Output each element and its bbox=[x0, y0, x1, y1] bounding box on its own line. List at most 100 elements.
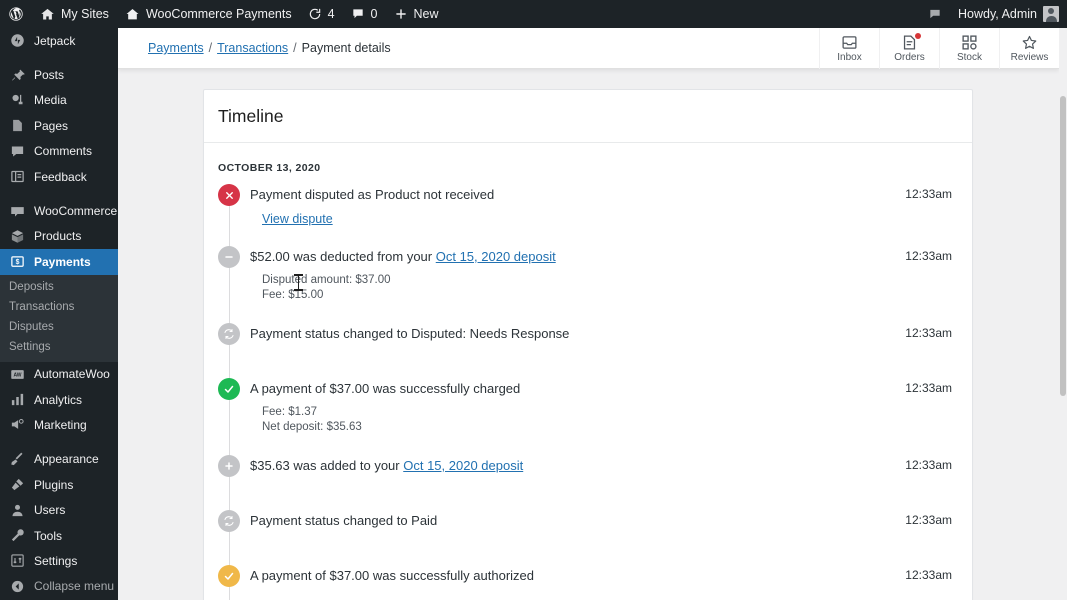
timeline-card-body: OCTOBER 13, 2020 Payment disputed as Pro… bbox=[204, 143, 972, 600]
sidebar-subitem-deposits[interactable]: Deposits bbox=[0, 277, 118, 297]
timeline-event-details: Fee: $1.37 Net deposit: $35.63 bbox=[262, 405, 905, 435]
sidebar-label-feedback: Feedback bbox=[34, 169, 87, 184]
plugins-icon bbox=[9, 477, 25, 493]
header-button-orders[interactable]: Orders bbox=[879, 28, 939, 69]
sidebar-item-tools[interactable]: Tools bbox=[0, 523, 118, 548]
wordpress-logo-button[interactable] bbox=[0, 0, 32, 28]
timeline-gap bbox=[204, 303, 972, 323]
view-dispute-link[interactable]: View dispute bbox=[262, 212, 333, 226]
sidebar-item-woocommerce[interactable]: WooCommerce bbox=[0, 198, 118, 223]
timeline-event: $35.63 was added to your Oct 15, 2020 de… bbox=[204, 455, 972, 490]
sidebar-item-feedback[interactable]: Feedback bbox=[0, 164, 118, 189]
timeline-event-deposit-link[interactable]: Oct 15, 2020 deposit bbox=[403, 458, 523, 473]
header-actions: Inbox Orders Stock Reviews bbox=[819, 28, 1059, 69]
timeline-event-deposit-link[interactable]: Oct 15, 2020 deposit bbox=[436, 249, 556, 264]
sidebar-item-jetpack[interactable]: Jetpack bbox=[0, 28, 118, 53]
timeline-gap bbox=[204, 545, 972, 565]
sidebar-item-products[interactable]: Products bbox=[0, 224, 118, 249]
page-scrollbar[interactable] bbox=[1059, 28, 1067, 600]
timeline-event-text: Payment status changed to Disputed: Need… bbox=[250, 325, 905, 343]
timeline-event-text: Payment disputed as Product not received bbox=[250, 186, 905, 204]
timeline-event-time: 12:33am bbox=[905, 326, 952, 340]
sidebar-label-plugins: Plugins bbox=[34, 477, 74, 492]
timeline-event: $52.00 was deducted from your Oct 15, 20… bbox=[204, 246, 972, 303]
sidebar-label-media: Media bbox=[34, 93, 67, 108]
products-icon bbox=[9, 228, 25, 244]
sidebar-item-appearance[interactable]: Appearance bbox=[0, 447, 118, 472]
admin-bar: My Sites WooCommerce Payments 4 0 New Ho… bbox=[0, 0, 1067, 28]
admin-bar-item-new[interactable]: New bbox=[386, 0, 447, 28]
header-label-reviews: Reviews bbox=[1010, 51, 1049, 63]
breadcrumb-link-transactions[interactable]: Transactions bbox=[217, 41, 288, 55]
content-region: Timeline OCTOBER 13, 2020 Payment disput… bbox=[118, 69, 1059, 600]
sidebar-label-pages: Pages bbox=[34, 118, 69, 133]
header-button-reviews[interactable]: Reviews bbox=[999, 28, 1059, 69]
admin-bar-label-site-name: WooCommerce Payments bbox=[145, 7, 292, 21]
timeline-gap bbox=[204, 490, 972, 510]
sidebar-label-comments: Comments bbox=[34, 144, 93, 159]
timeline-event-time: 12:33am bbox=[905, 187, 952, 201]
header-button-inbox[interactable]: Inbox bbox=[819, 28, 879, 69]
plus-circle-icon bbox=[218, 455, 240, 477]
header-button-stock[interactable]: Stock bbox=[939, 28, 999, 69]
timeline-event-body: Payment status changed to Disputed: Need… bbox=[250, 323, 905, 343]
sidebar-item-media[interactable]: Media bbox=[0, 88, 118, 113]
breadcrumb: Payments / Transactions / Payment detail… bbox=[148, 41, 391, 55]
sidebar-divider bbox=[0, 53, 118, 62]
sidebar-item-payments[interactable]: $ Payments bbox=[0, 249, 118, 275]
admin-bar-item-comments[interactable]: 0 bbox=[343, 0, 386, 28]
sidebar-item-settings[interactable]: Settings bbox=[0, 548, 118, 573]
timeline-event-details: Disputed amount: $37.00 Fee: $15.00 bbox=[262, 273, 905, 303]
admin-bar-item-updates[interactable]: 4 bbox=[300, 0, 343, 28]
sidebar-divider bbox=[0, 438, 118, 447]
inbox-icon bbox=[841, 34, 858, 51]
sidebar-label-jetpack: Jetpack bbox=[34, 33, 76, 48]
timeline-event-text-main: A payment of $37.00 was successfully cha… bbox=[250, 381, 521, 396]
sidebar-subitem-transactions[interactable]: Transactions bbox=[0, 297, 118, 317]
sidebar-submenu-payments: Deposits Transactions Disputes Settings bbox=[0, 274, 118, 362]
orders-icon bbox=[901, 32, 921, 51]
users-icon bbox=[9, 502, 25, 518]
sidebar-label-settings: Settings bbox=[34, 553, 78, 568]
timeline-event-time: 12:33am bbox=[905, 458, 952, 472]
timeline-event-body: $35.63 was added to your Oct 15, 2020 de… bbox=[250, 455, 905, 475]
sidebar-item-users[interactable]: Users bbox=[0, 497, 118, 522]
sidebar-item-marketing[interactable]: Marketing bbox=[0, 412, 118, 437]
sidebar-item-automatewoo[interactable]: AW AutomateWoo bbox=[0, 362, 118, 387]
breadcrumb-separator: / bbox=[208, 41, 213, 55]
collapse-menu-button[interactable]: Collapse menu bbox=[0, 574, 118, 599]
page-title: Timeline bbox=[218, 106, 284, 126]
sidebar-label-tools: Tools bbox=[34, 528, 63, 543]
svg-text:AW: AW bbox=[13, 372, 21, 378]
admin-bar-item-notifications[interactable] bbox=[920, 0, 950, 28]
sidebar-item-posts[interactable]: Posts bbox=[0, 62, 118, 87]
sidebar-item-analytics[interactable]: Analytics bbox=[0, 387, 118, 412]
scrollbar-thumb[interactable] bbox=[1060, 96, 1066, 396]
svg-text:$: $ bbox=[15, 259, 19, 266]
sidebar-label-automatewoo: AutomateWoo bbox=[34, 367, 110, 382]
check-icon bbox=[218, 565, 240, 587]
timeline-list: Payment disputed as Product not received… bbox=[204, 184, 972, 600]
admin-bar-item-site-name[interactable]: WooCommerce Payments bbox=[117, 0, 300, 28]
sidebar-label-analytics: Analytics bbox=[34, 392, 83, 407]
sidebar-subitem-disputes[interactable]: Disputes bbox=[0, 317, 118, 337]
timeline-event-body: $52.00 was deducted from your Oct 15, 20… bbox=[250, 246, 905, 303]
admin-sidebar: Jetpack Posts Media Pages Comments Feedb… bbox=[0, 28, 118, 600]
timeline-event-time: 12:33am bbox=[905, 513, 952, 527]
settings-icon bbox=[9, 553, 25, 569]
timeline-gap bbox=[204, 435, 972, 455]
timeline-event: Payment status changed to Paid 12:33am bbox=[204, 510, 972, 545]
sidebar-item-comments[interactable]: Comments bbox=[0, 139, 118, 164]
sidebar-divider bbox=[0, 189, 118, 198]
sidebar-item-plugins[interactable]: Plugins bbox=[0, 472, 118, 497]
timeline-event: Payment status changed to Disputed: Need… bbox=[204, 323, 972, 358]
breadcrumb-link-payments[interactable]: Payments bbox=[148, 41, 204, 55]
admin-bar-item-account[interactable]: Howdy, Admin bbox=[950, 0, 1067, 28]
admin-bar-item-my-sites[interactable]: My Sites bbox=[32, 0, 117, 28]
page-header: Payments / Transactions / Payment detail… bbox=[118, 28, 1059, 69]
admin-bar-label-account: Howdy, Admin bbox=[958, 7, 1037, 21]
sidebar-item-pages[interactable]: Pages bbox=[0, 113, 118, 138]
sidebar-subitem-settings[interactable]: Settings bbox=[0, 337, 118, 357]
sidebar-label-woocommerce: WooCommerce bbox=[34, 204, 118, 219]
sidebar-label-marketing: Marketing bbox=[34, 417, 87, 432]
